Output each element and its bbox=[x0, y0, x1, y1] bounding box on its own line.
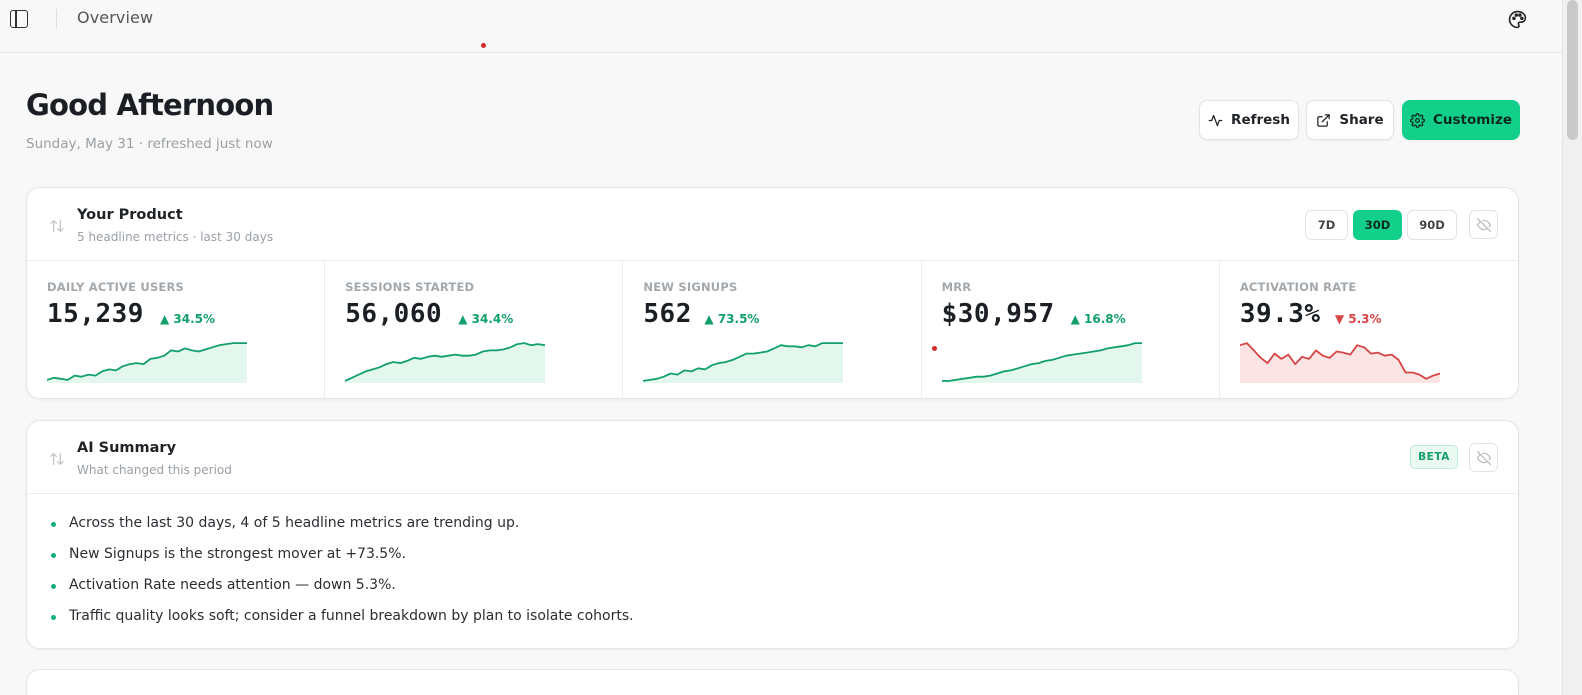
product-metrics-card: Your Product 5 headline metrics · last 3… bbox=[26, 187, 1519, 399]
palette-icon[interactable] bbox=[1508, 10, 1527, 29]
metric-value: 562 bbox=[643, 299, 692, 329]
external-link-icon bbox=[1317, 113, 1331, 127]
marker-dot bbox=[931, 346, 937, 351]
beta-badge: BETA bbox=[1410, 445, 1458, 469]
summary-text: Across the last 30 days, 4 of 5 headline… bbox=[69, 515, 520, 531]
bullet-dot bbox=[51, 522, 56, 527]
drag-handle-icon[interactable] bbox=[49, 451, 65, 467]
card-subtitle: What changed this period bbox=[77, 463, 232, 477]
metric-delta: ▲ 73.5% bbox=[704, 312, 760, 326]
card-header: Your Product 5 headline metrics · last 3… bbox=[27, 188, 1518, 261]
scrollbar[interactable] bbox=[1562, 0, 1582, 695]
range-30d-button[interactable]: 30D bbox=[1353, 210, 1402, 240]
summary-text: Traffic quality looks soft; consider a f… bbox=[69, 608, 634, 624]
sparkline-area bbox=[345, 343, 546, 383]
card-title: AI Summary bbox=[77, 440, 177, 456]
scrollbar-thumb[interactable] bbox=[1567, 0, 1578, 140]
activity-icon bbox=[1208, 114, 1223, 126]
metric-daily-active-users[interactable]: DAILY ACTIVE USERS 15,239 ▲ 34.5% bbox=[27, 261, 326, 398]
eye-off-icon bbox=[1476, 450, 1491, 465]
ai-summary-card: AI Summary What changed this period BETA… bbox=[26, 420, 1519, 649]
list-item: Traffic quality looks soft; consider a f… bbox=[27, 607, 1518, 638]
range-90d-button[interactable]: 90D bbox=[1407, 210, 1457, 240]
top-bar: Overview bbox=[0, 0, 1562, 53]
metric-label: NEW SIGNUPS bbox=[643, 280, 738, 294]
metric-sessions-started[interactable]: SESSIONS STARTED 56,060 ▲ 34.4% bbox=[325, 261, 624, 398]
metric-value: 39.3% bbox=[1239, 299, 1321, 329]
customize-button[interactable]: Customize bbox=[1402, 100, 1520, 140]
list-item: Activation Rate needs attention — down 5… bbox=[27, 576, 1518, 607]
metric-value: 15,239 bbox=[47, 299, 144, 329]
bullet-dot bbox=[51, 615, 56, 620]
page-subtitle: Sunday, May 31 · refreshed just now bbox=[26, 136, 273, 152]
summary-text: New Signups is the strongest mover at +7… bbox=[69, 546, 406, 562]
summary-text: Activation Rate needs attention — down 5… bbox=[69, 577, 396, 593]
sparkline bbox=[345, 342, 546, 383]
sparkline bbox=[1239, 342, 1440, 383]
sparkline bbox=[941, 342, 1142, 383]
metric-mrr[interactable]: MRR $30,957 ▲ 16.8% bbox=[922, 261, 1220, 398]
next-card bbox=[26, 669, 1519, 695]
summary-list: Across the last 30 days, 4 of 5 headline… bbox=[27, 494, 1518, 638]
hide-card-button[interactable] bbox=[1469, 210, 1498, 239]
metric-delta: ▲ 34.4% bbox=[458, 312, 514, 326]
sparkline-area bbox=[643, 343, 844, 383]
share-button[interactable]: Share bbox=[1306, 100, 1394, 140]
breadcrumb: Overview bbox=[77, 8, 154, 27]
metric-delta: ▲ 16.8% bbox=[1070, 312, 1126, 326]
metric-new-signups[interactable]: NEW SIGNUPS 562 ▲ 73.5% bbox=[623, 261, 922, 398]
share-label: Share bbox=[1339, 112, 1384, 128]
card-subtitle: 5 headline metrics · last 30 days bbox=[77, 230, 274, 244]
marker-dot bbox=[481, 43, 486, 48]
metric-delta: ▲ 34.5% bbox=[160, 312, 216, 326]
metrics-row: DAILY ACTIVE USERS 15,239 ▲ 34.5% SESSIO… bbox=[27, 261, 1518, 398]
sparkline-area bbox=[47, 343, 247, 383]
hide-card-button[interactable] bbox=[1469, 443, 1498, 472]
list-item: New Signups is the strongest mover at +7… bbox=[27, 545, 1518, 576]
sidebar-toggle-icon[interactable] bbox=[10, 10, 28, 28]
metric-activation-rate[interactable]: ACTIVATION RATE 39.3% ▼ 5.3% bbox=[1220, 261, 1518, 398]
refresh-label: Refresh bbox=[1231, 112, 1290, 128]
metric-label: ACTIVATION RATE bbox=[1239, 280, 1357, 294]
metric-value: $30,957 bbox=[941, 299, 1055, 329]
customize-label: Customize bbox=[1433, 112, 1512, 128]
drag-handle-icon[interactable] bbox=[49, 218, 65, 234]
eye-off-icon bbox=[1476, 217, 1491, 232]
metric-label: DAILY ACTIVE USERS bbox=[47, 280, 185, 294]
sparkline bbox=[47, 342, 247, 383]
range-7d-button[interactable]: 7D bbox=[1305, 210, 1348, 240]
metric-label: SESSIONS STARTED bbox=[345, 280, 475, 294]
refresh-button[interactable]: Refresh bbox=[1199, 100, 1299, 140]
gear-icon bbox=[1410, 112, 1425, 128]
sparkline-area bbox=[1239, 343, 1440, 383]
metric-label: MRR bbox=[941, 280, 972, 294]
list-item: Across the last 30 days, 4 of 5 headline… bbox=[27, 514, 1518, 545]
metric-value: 56,060 bbox=[345, 299, 443, 329]
divider bbox=[56, 9, 57, 29]
metric-delta: ▼ 5.3% bbox=[1334, 312, 1382, 326]
bullet-dot bbox=[51, 584, 56, 589]
sparkline bbox=[643, 342, 844, 383]
card-title: Your Product bbox=[77, 207, 183, 223]
bullet-dot bbox=[51, 553, 56, 558]
card-header: AI Summary What changed this period BETA bbox=[27, 421, 1518, 494]
page-title: Good Afternoon bbox=[26, 88, 274, 122]
